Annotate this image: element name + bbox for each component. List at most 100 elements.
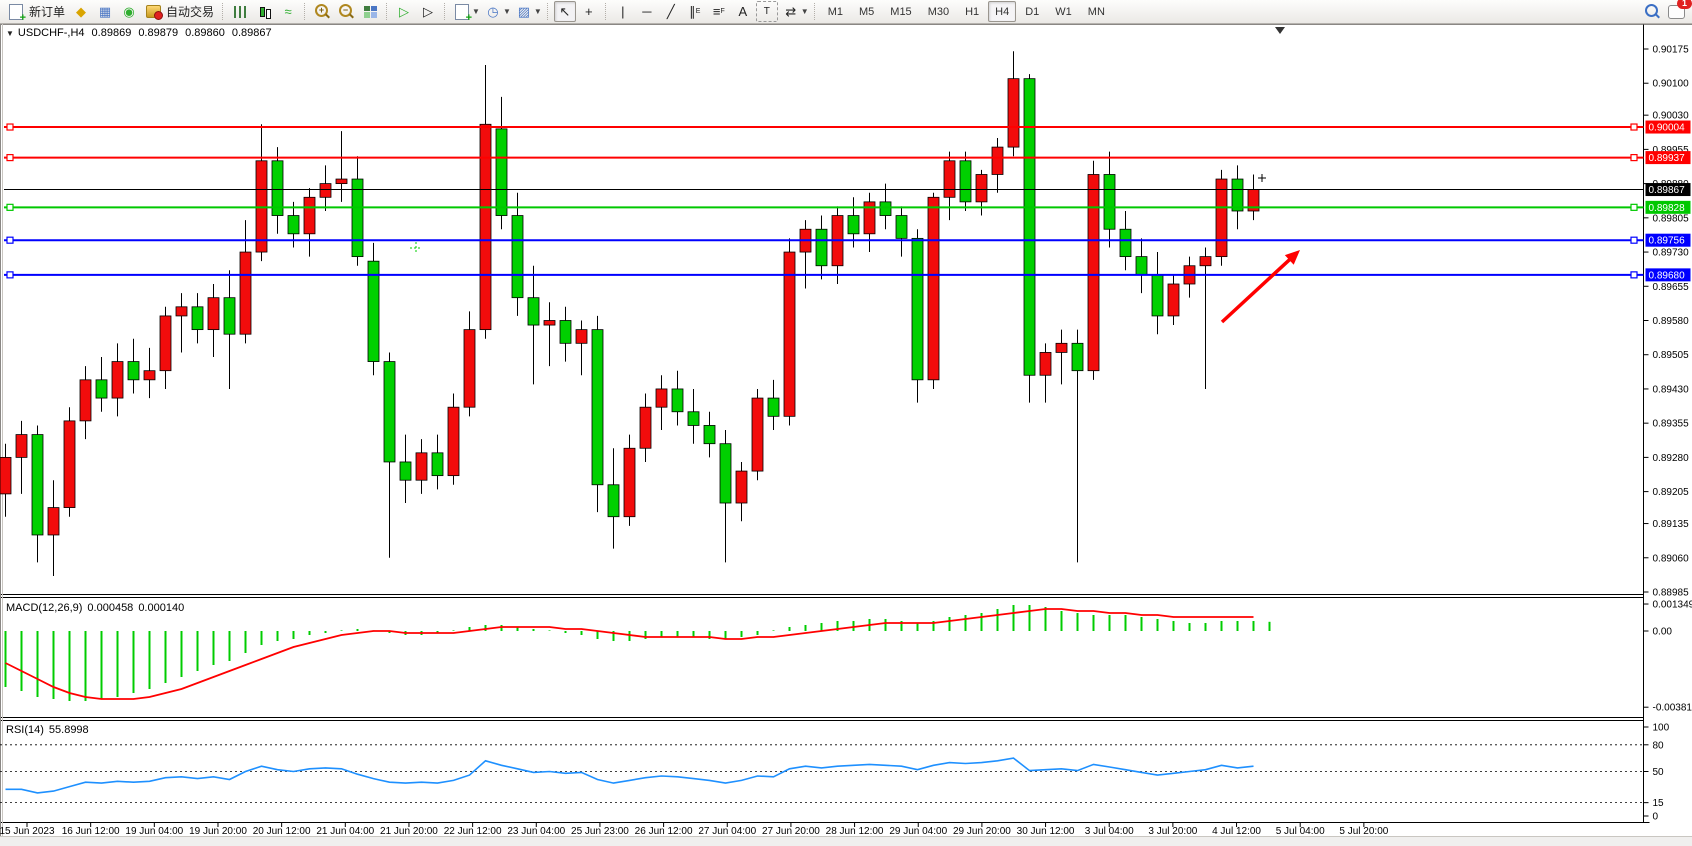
- new-order-label[interactable]: 新订单: [29, 3, 65, 20]
- svg-text:0.89280: 0.89280: [1653, 453, 1690, 464]
- hline-0.90004[interactable]: [4, 124, 1644, 130]
- svg-text:0.89828: 0.89828: [1649, 203, 1686, 214]
- vertical-line-icon[interactable]: |: [612, 1, 634, 22]
- separator: [547, 3, 549, 20]
- arrows-dropdown-icon[interactable]: ⇄: [780, 1, 802, 22]
- svg-text:0.90175: 0.90175: [1653, 45, 1690, 56]
- separator: [222, 3, 224, 20]
- candlestick-chart-icon[interactable]: [253, 1, 275, 22]
- svg-text:50: 50: [1653, 767, 1665, 778]
- toolbar: 新订单 ◆ ▦ ◉ 自动交易 ≈ ▷ ▷ ▼ ◷▼ ▨▼ ↖ + | ─ ╱ ∥…: [0, 0, 1692, 24]
- close-value: 0.89867: [232, 27, 272, 39]
- signal-icon[interactable]: ◉: [118, 1, 140, 22]
- horizontal-line-icon[interactable]: ─: [636, 1, 658, 22]
- macd-panel: [6, 605, 1270, 701]
- svg-text:0.89135: 0.89135: [1653, 519, 1690, 530]
- chevron-down-icon[interactable]: ▼: [472, 7, 480, 16]
- svg-text:0.90100: 0.90100: [1653, 79, 1690, 90]
- text-label-icon[interactable]: T: [756, 1, 778, 22]
- chevron-down-icon[interactable]: ▼: [534, 7, 542, 16]
- svg-text:0.00: 0.00: [1653, 627, 1673, 638]
- chart-window-icon[interactable]: ▦: [94, 1, 116, 22]
- svg-text:15: 15: [1653, 798, 1665, 809]
- svg-text:22 Jun 12:00: 22 Jun 12:00: [444, 826, 502, 837]
- svg-text:0.89580: 0.89580: [1653, 316, 1690, 327]
- collapse-icon[interactable]: ▼: [6, 29, 14, 38]
- rsi-name: RSI(14): [6, 724, 44, 736]
- trendline-icon[interactable]: ╱: [660, 1, 682, 22]
- svg-text:0: 0: [1653, 812, 1659, 823]
- equidistant-channel-icon[interactable]: ∥E: [684, 1, 706, 22]
- timeframe-M15[interactable]: M15: [883, 1, 918, 22]
- cursor-icon[interactable]: ↖: [554, 1, 576, 22]
- svg-text:20 Jun 12:00: 20 Jun 12:00: [253, 826, 311, 837]
- timeframe-toolbar: M1M5M15M30H1H4D1W1MN: [820, 1, 1113, 22]
- hline-0.89937[interactable]: [4, 155, 1644, 161]
- separator: [304, 3, 306, 20]
- period-dropdown-icon[interactable]: ◷: [482, 1, 504, 22]
- timeframe-H4[interactable]: H4: [988, 1, 1016, 22]
- svg-text:21 Jun 04:00: 21 Jun 04:00: [316, 826, 374, 837]
- svg-text:0.90030: 0.90030: [1653, 111, 1690, 122]
- separator: [605, 3, 607, 20]
- candlestick-series: [0, 51, 1259, 576]
- template-dropdown-icon[interactable]: ▨: [513, 1, 535, 22]
- svg-text:0.89680: 0.89680: [1649, 270, 1686, 281]
- timeframe-MN[interactable]: MN: [1081, 1, 1112, 22]
- rsi-panel: [0, 745, 1644, 803]
- crayon-icon[interactable]: ◆: [70, 1, 92, 22]
- bar-chart-icon[interactable]: [229, 1, 251, 22]
- svg-text:29 Jun 20:00: 29 Jun 20:00: [953, 826, 1011, 837]
- timeframe-H1[interactable]: H1: [958, 1, 986, 22]
- chat-icon[interactable]: 1: [1665, 1, 1687, 22]
- tile-windows-icon[interactable]: [359, 1, 381, 22]
- svg-text:16 Jun 12:00: 16 Jun 12:00: [62, 826, 120, 837]
- search-icon[interactable]: [1641, 1, 1663, 22]
- svg-text:80: 80: [1653, 740, 1665, 751]
- svg-text:0.90004: 0.90004: [1649, 123, 1686, 134]
- timeframe-M30[interactable]: M30: [921, 1, 956, 22]
- svg-text:19 Jun 20:00: 19 Jun 20:00: [189, 826, 247, 837]
- svg-text:0.001349: 0.001349: [1653, 600, 1692, 611]
- zoom-out-icon[interactable]: [335, 1, 357, 22]
- chart-title: ▼USDCHF-,H40.898690.898790.898600.89867: [6, 27, 272, 39]
- trend-arrow-annotation[interactable]: [1222, 250, 1300, 322]
- arrange-windows-icon[interactable]: ▷: [393, 1, 415, 22]
- line-chart-icon[interactable]: ≈: [277, 1, 299, 22]
- hline-0.89828[interactable]: [4, 204, 1644, 210]
- open-value: 0.89869: [92, 27, 132, 39]
- rsi-label: RSI(14) 55.8998: [6, 724, 94, 736]
- timeframe-D1[interactable]: D1: [1018, 1, 1046, 22]
- shift-marker[interactable]: [1275, 27, 1285, 34]
- svg-text:0.89937: 0.89937: [1649, 153, 1686, 164]
- svg-text:4 Jul 12:00: 4 Jul 12:00: [1212, 826, 1261, 837]
- svg-text:3 Jul 04:00: 3 Jul 04:00: [1085, 826, 1134, 837]
- new-order-icon[interactable]: [5, 1, 27, 22]
- timeframe-W1[interactable]: W1: [1048, 1, 1079, 22]
- timeframe-M1[interactable]: M1: [821, 1, 850, 22]
- separator: [814, 3, 816, 20]
- svg-text:27 Jun 04:00: 27 Jun 04:00: [698, 826, 756, 837]
- arrange-tick-icon[interactable]: ▷: [417, 1, 439, 22]
- chevron-down-icon[interactable]: ▼: [503, 7, 511, 16]
- chevron-down-icon[interactable]: ▼: [801, 7, 809, 16]
- rsi-value: 55.8998: [49, 724, 89, 736]
- text-icon[interactable]: A: [732, 1, 754, 22]
- autotrade-icon[interactable]: [142, 1, 164, 22]
- svg-text:-0.00381: -0.00381: [1653, 703, 1692, 714]
- new-chart-dropdown-icon[interactable]: [451, 1, 473, 22]
- autotrade-label[interactable]: 自动交易: [166, 3, 214, 20]
- macd-signal-line: [6, 609, 1254, 699]
- svg-text:0.89805: 0.89805: [1653, 213, 1690, 224]
- macd-label: MACD(12,26,9)0.0004580.000140: [6, 602, 189, 614]
- timeframe-M5[interactable]: M5: [852, 1, 881, 22]
- svg-text:3 Jul 20:00: 3 Jul 20:00: [1148, 826, 1197, 837]
- svg-text:0.89655: 0.89655: [1653, 282, 1690, 293]
- crosshair-icon[interactable]: +: [578, 1, 600, 22]
- fibonacci-icon[interactable]: ≡F: [708, 1, 730, 22]
- zoom-in-icon[interactable]: [311, 1, 333, 22]
- price-chart[interactable]: 0.901750.901000.900300.899550.898800.898…: [0, 24, 1692, 846]
- svg-text:27 Jun 20:00: 27 Jun 20:00: [762, 826, 820, 837]
- separator: [444, 3, 446, 20]
- chart-window: ▼USDCHF-,H40.898690.898790.898600.89867 …: [0, 24, 1692, 846]
